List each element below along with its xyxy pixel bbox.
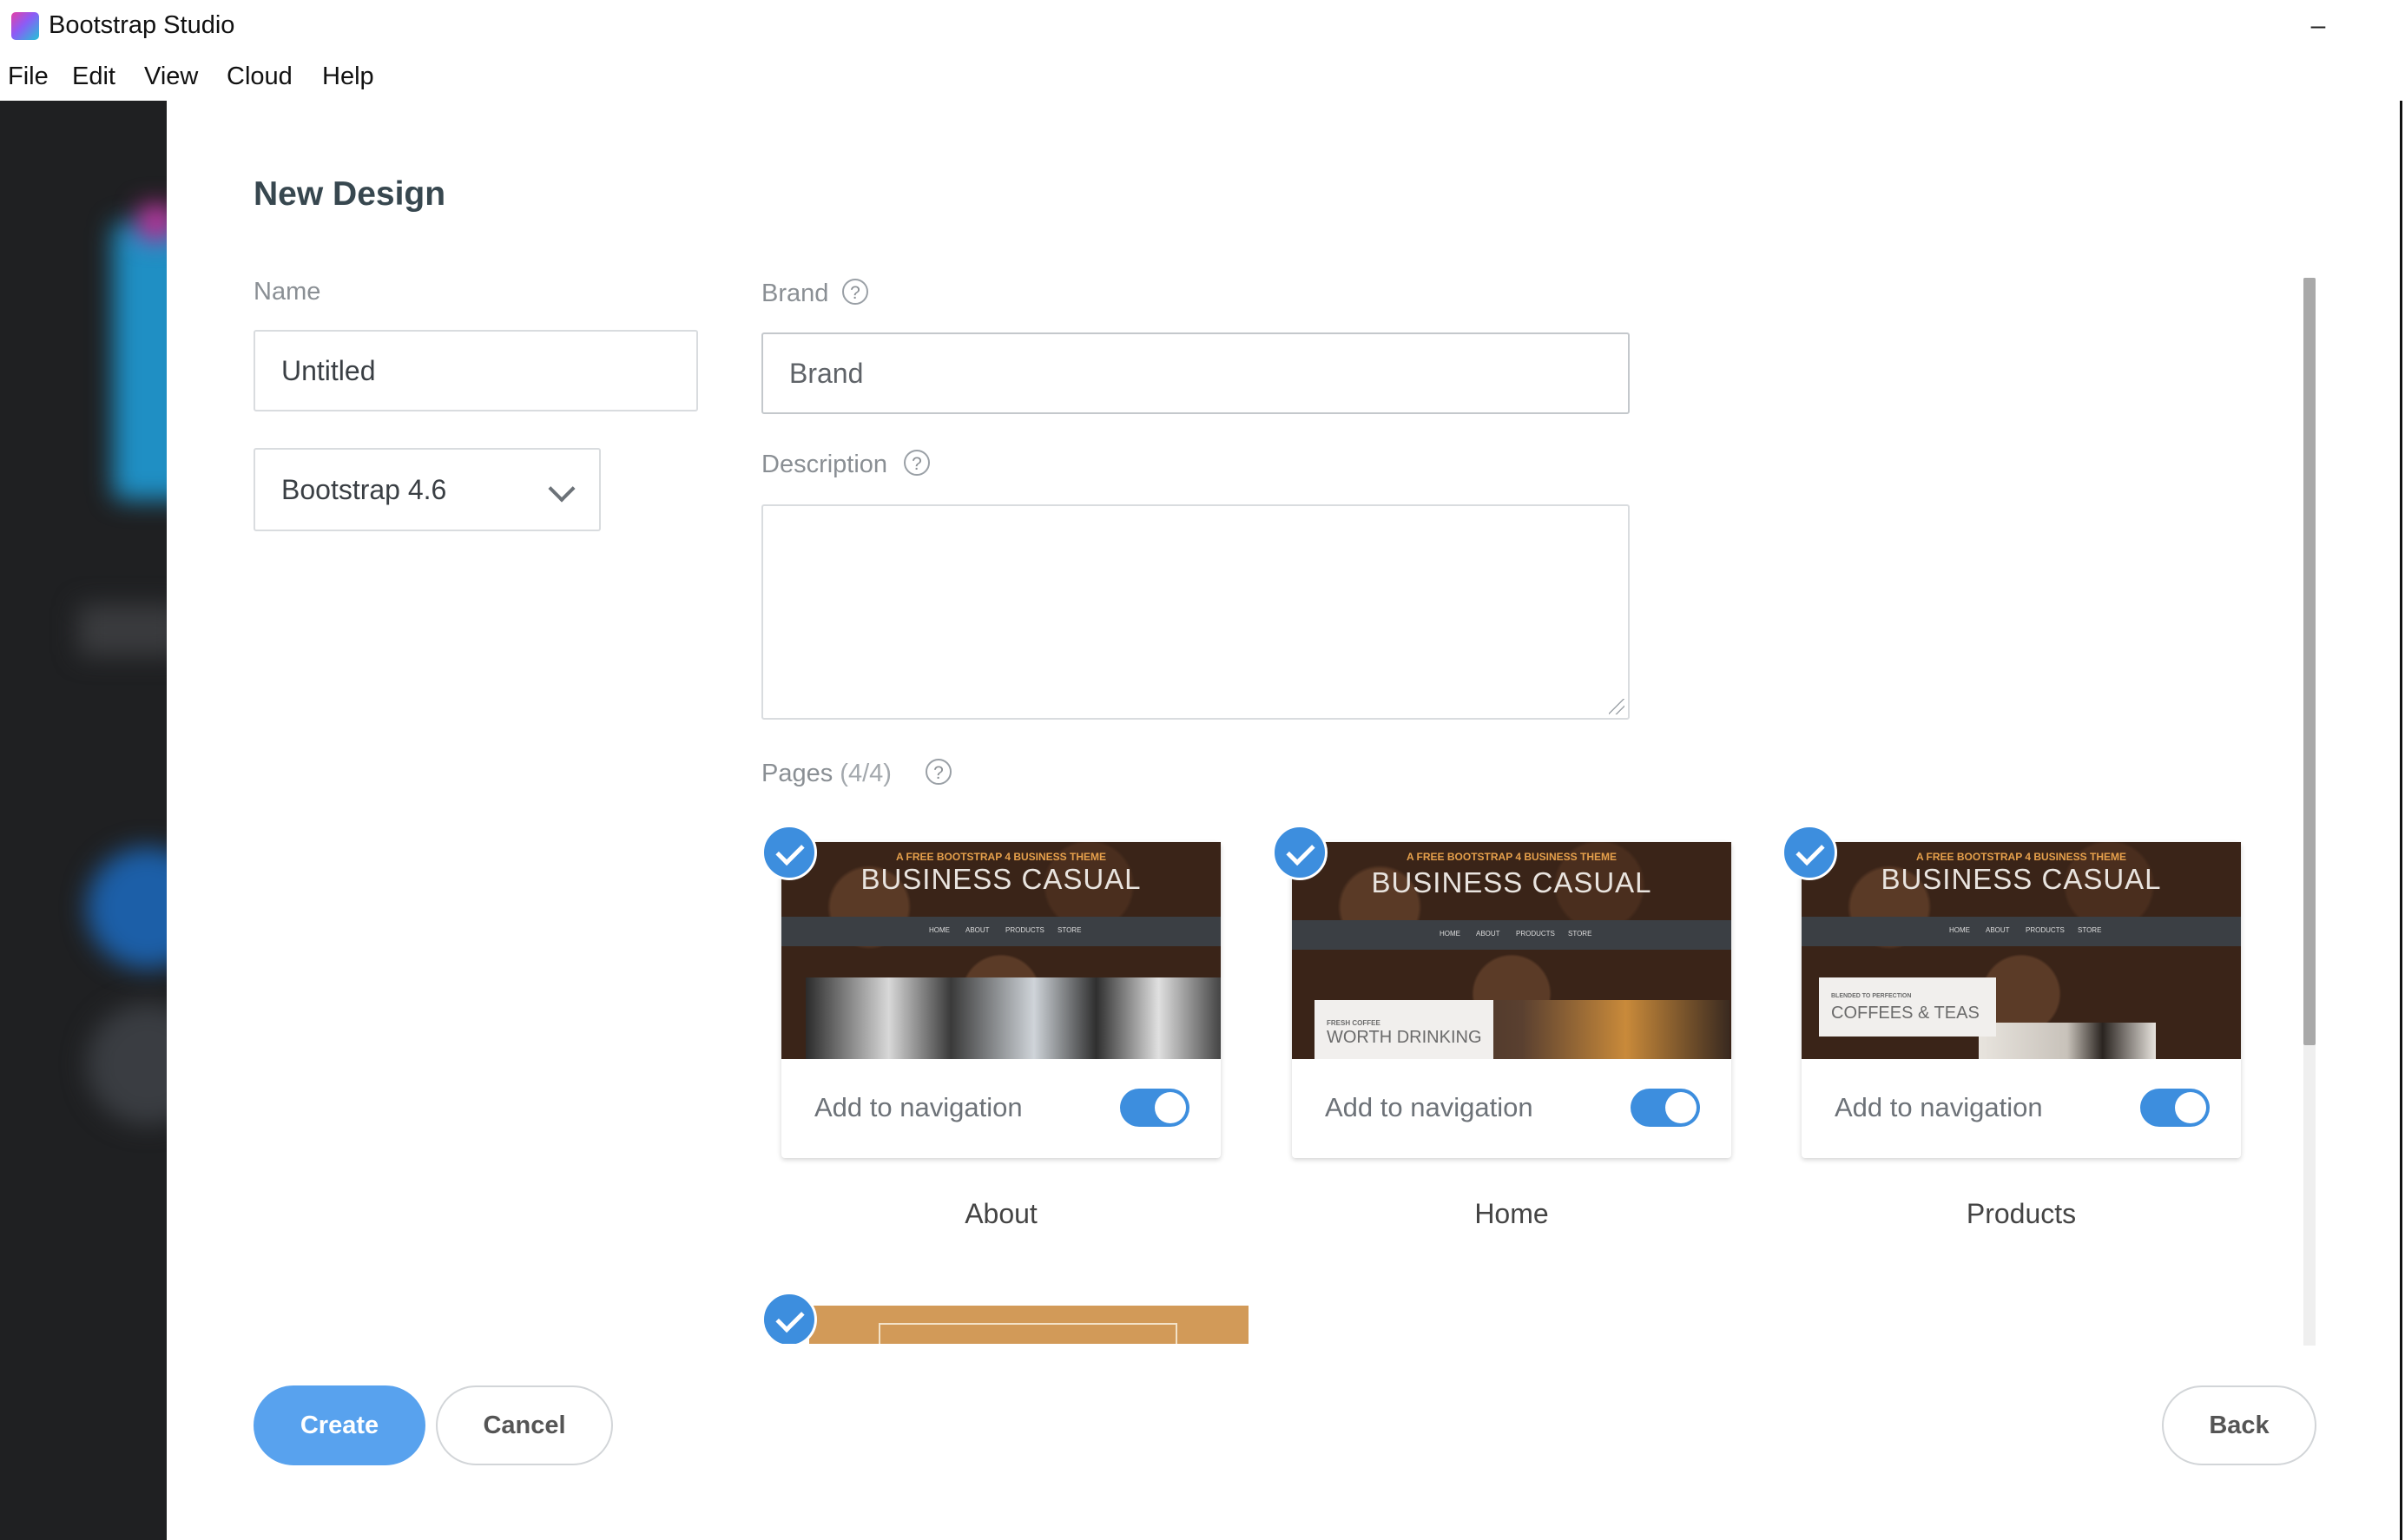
menu-cloud[interactable]: Cloud [227,63,293,91]
page-thumbnail-home: A FREE BOOTSTRAP 4 BUSINESS THEME BUSINE… [1292,842,1731,1059]
new-design-dialog: New Design Name Untitled Bootstrap 4.6 B… [167,101,2405,1540]
resize-handle-icon[interactable] [1609,699,1624,714]
page-card-home[interactable]: A FREE BOOTSTRAP 4 BUSINESS THEME BUSINE… [1292,842,1731,1158]
name-label: Name [254,278,321,306]
menu-file[interactable]: File [8,63,49,91]
scrollbar[interactable] [2303,278,2316,1346]
menu-view[interactable]: View [144,63,198,91]
page-selected-check-icon[interactable] [761,1292,817,1347]
page-selected-check-icon[interactable] [1782,825,1837,880]
page-name-products: Products [1966,1198,2077,1229]
thumbnail-text-box: FRESH COFFEE WORTH DRINKING [1315,1000,1493,1059]
scrollbar-thumb[interactable] [2303,278,2316,1045]
cancel-button[interactable]: Cancel [436,1385,613,1465]
thumbnail-nav: HOME ABOUT PRODUCTS STORE [781,917,1221,946]
pages-label-text: Pages [761,760,834,787]
app-logo-icon [11,12,39,40]
page-card-products[interactable]: A FREE BOOTSTRAP 4 BUSINESS THEME BUSINE… [1802,842,2241,1158]
thumbnail-title: BUSINESS CASUAL [1371,866,1652,898]
thumbnail-title: BUSINESS CASUAL [1881,863,2162,895]
page-thumbnail-products: A FREE BOOTSTRAP 4 BUSINESS THEME BUSINE… [1802,842,2241,1059]
back-button[interactable]: Back [2162,1385,2316,1465]
add-to-navigation-label: Add to navigation [814,1092,1023,1122]
description-label: Description [761,451,888,478]
brand-help-icon[interactable]: ? [842,279,868,305]
add-to-navigation-toggle[interactable] [1631,1089,1700,1127]
thumbnail-tagline: A FREE BOOTSTRAP 4 BUSINESS THEME [895,851,1107,863]
name-input[interactable]: Untitled [254,330,698,411]
add-to-navigation-label: Add to navigation [1325,1092,1533,1122]
thumbnail-text-box: BLENDED TO PERFECTION COFFEES & TEAS [1819,977,1996,1037]
page-name-about: About [965,1198,1038,1229]
thumbnail-title: BUSINESS CASUAL [860,863,1142,895]
thumbnail-tagline: A FREE BOOTSTRAP 4 BUSINESS THEME [1406,851,1618,863]
framework-value: Bootstrap 4.6 [281,474,447,505]
dialog-title: New Design [254,175,446,213]
pages-label: Pages (4/4) [761,760,892,788]
description-textarea[interactable] [761,504,1630,720]
add-to-navigation-label: Add to navigation [1835,1092,2043,1122]
blurred-background [0,101,167,1540]
pages-help-icon[interactable]: ? [926,759,952,785]
pages-count: (4/4) [840,760,892,787]
thumbnail-photo [806,977,1221,1059]
menu-edit[interactable]: Edit [72,63,115,91]
chevron-down-icon [548,475,576,503]
create-button[interactable]: Create [254,1385,425,1465]
description-help-icon[interactable]: ? [904,450,930,476]
framework-select[interactable]: Bootstrap 4.6 [254,448,601,531]
thumbnail-nav: HOME ABOUT PRODUCTS STORE [1802,917,2241,946]
page-selected-check-icon[interactable] [761,825,817,880]
brand-input[interactable]: Brand [761,332,1630,414]
dialog-edge [2400,101,2402,1540]
page-name-home: Home [1474,1198,1549,1229]
add-to-navigation-toggle[interactable] [1120,1089,1189,1127]
window-title: Bootstrap Studio [49,11,235,39]
page-card-about[interactable]: A FREE BOOTSTRAP 4 BUSINESS THEME BUSINE… [781,842,1221,1158]
thumbnail-nav: HOME ABOUT PRODUCTS STORE [1292,920,1731,950]
page-selected-check-icon[interactable] [1272,825,1328,880]
menu-bar: File Edit View Cloud Help [0,54,2405,102]
title-bar: Bootstrap Studio – [0,0,2405,54]
minimize-button[interactable]: – [2301,9,2336,43]
thumbnail-tagline: A FREE BOOTSTRAP 4 BUSINESS THEME [1915,851,2127,863]
add-to-navigation-toggle[interactable] [2140,1089,2210,1127]
menu-help[interactable]: Help [322,63,374,91]
page-thumbnail-about: A FREE BOOTSTRAP 4 BUSINESS THEME BUSINE… [781,842,1221,1059]
thumbnail-photo [1979,1023,2156,1059]
brand-label: Brand [761,280,829,307]
